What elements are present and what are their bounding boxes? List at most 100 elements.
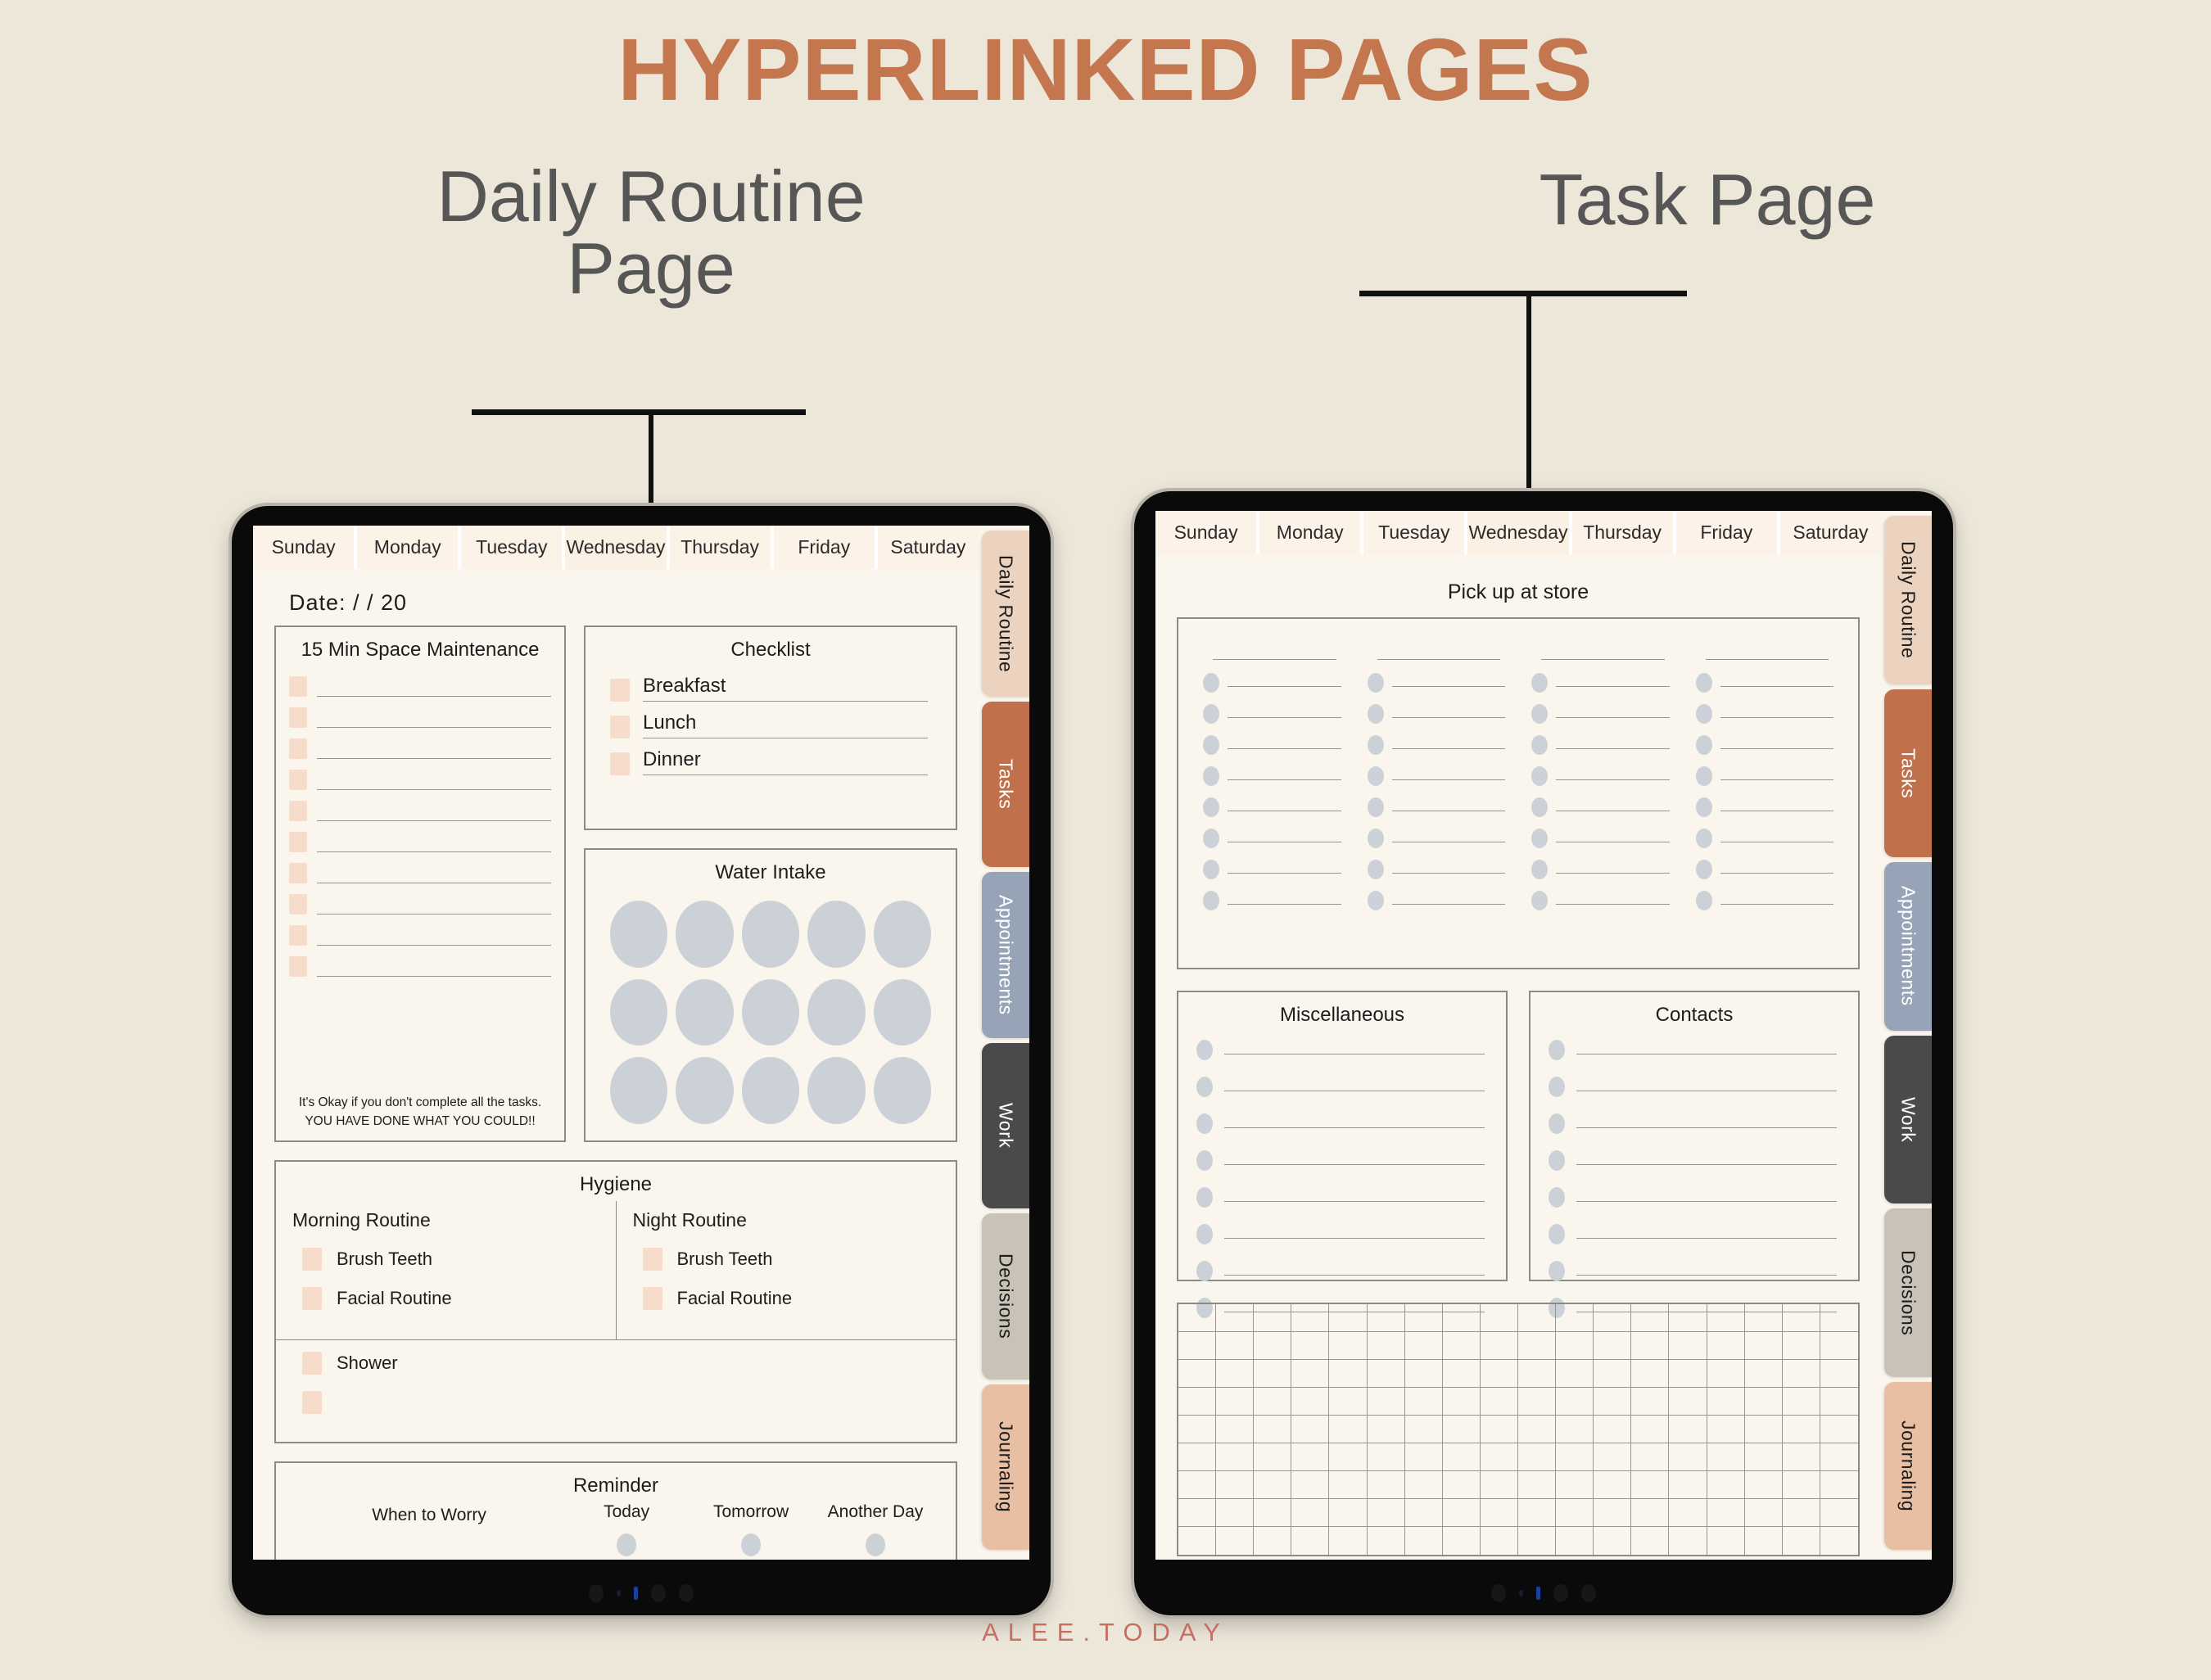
grid-cell[interactable] <box>1631 1360 1670 1388</box>
bullet-marker[interactable] <box>1531 797 1548 817</box>
maintenance-row[interactable] <box>289 956 551 977</box>
grid-cell[interactable] <box>1178 1304 1217 1332</box>
grid-cell[interactable] <box>1631 1304 1670 1332</box>
checkbox[interactable] <box>642 1286 662 1310</box>
bullet-marker[interactable] <box>1367 766 1384 786</box>
grid-cell[interactable] <box>1329 1499 1368 1527</box>
checkbox[interactable] <box>289 956 307 977</box>
task-row[interactable] <box>1367 829 1505 848</box>
task-row[interactable] <box>1203 704 1341 724</box>
day-tab-thursday[interactable]: Thursday <box>1571 511 1676 554</box>
grid-cell[interactable] <box>1404 1471 1443 1499</box>
write-line[interactable] <box>317 866 551 883</box>
grid-cell[interactable] <box>1669 1388 1707 1416</box>
grid-cell[interactable] <box>1216 1443 1255 1471</box>
bullet-marker[interactable] <box>1695 891 1712 910</box>
grid-cell[interactable] <box>1443 1527 1481 1555</box>
grid-cell[interactable] <box>1329 1304 1368 1332</box>
day-tab-wednesday[interactable]: Wednesday <box>565 526 670 569</box>
grid-cell[interactable] <box>1442 1360 1481 1388</box>
write-line[interactable] <box>1228 741 1341 749</box>
bullet-marker[interactable] <box>1203 673 1219 693</box>
checkbox[interactable] <box>289 801 307 821</box>
write-line[interactable] <box>1556 741 1670 749</box>
date-field[interactable]: Date: / / 20 <box>274 577 957 625</box>
checkbox[interactable] <box>289 770 307 790</box>
task-row[interactable] <box>1367 673 1505 693</box>
grid-cell[interactable] <box>1631 1332 1670 1360</box>
write-line[interactable] <box>1391 741 1505 749</box>
grid-cell[interactable] <box>1329 1527 1368 1555</box>
grid-cell[interactable] <box>1518 1527 1557 1555</box>
reminder-option-marker[interactable] <box>741 1533 762 1556</box>
checkbox[interactable] <box>302 1351 322 1375</box>
side-tab-decisions[interactable]: Decisions <box>982 1213 1029 1380</box>
water-drop-marker[interactable] <box>873 901 931 968</box>
task-column-header-line[interactable] <box>1705 632 1829 660</box>
reminder-write-line[interactable] <box>294 1537 564 1560</box>
bullet-marker[interactable] <box>1549 1077 1565 1097</box>
grid-cell[interactable] <box>1707 1360 1745 1388</box>
bullet-marker[interactable] <box>1531 829 1548 848</box>
write-line[interactable] <box>1228 772 1341 780</box>
grid-cell[interactable] <box>1820 1471 1858 1499</box>
grid-cell[interactable] <box>1707 1527 1745 1555</box>
write-line[interactable] <box>1391 710 1505 718</box>
grid-cell[interactable] <box>1404 1304 1443 1332</box>
write-line[interactable] <box>1391 803 1505 811</box>
grid-cell[interactable] <box>1254 1443 1292 1471</box>
miscellaneous-row[interactable] <box>1196 1224 1485 1244</box>
miscellaneous-row[interactable] <box>1196 1077 1485 1097</box>
side-tab-daily-routine[interactable]: Daily Routine <box>1884 516 1932 684</box>
grid-cell[interactable] <box>1669 1416 1707 1443</box>
grid-cell[interactable] <box>1782 1360 1820 1388</box>
task-row[interactable] <box>1203 766 1341 786</box>
contacts-rows[interactable] <box>1531 1032 1858 1318</box>
grid-cell[interactable] <box>1744 1360 1783 1388</box>
write-line[interactable] <box>1556 834 1670 842</box>
grid-cell[interactable] <box>1329 1416 1368 1443</box>
miscellaneous-row[interactable] <box>1196 1113 1485 1134</box>
write-line[interactable] <box>1720 865 1833 874</box>
checkbox[interactable] <box>610 752 630 775</box>
task-row[interactable] <box>1203 735 1341 755</box>
grid-cell[interactable] <box>1291 1443 1330 1471</box>
grid-cell[interactable] <box>1480 1416 1518 1443</box>
write-line[interactable] <box>317 804 551 821</box>
bullet-marker[interactable] <box>1695 735 1712 755</box>
grid-cell[interactable] <box>1782 1332 1820 1360</box>
water-drop-marker[interactable] <box>807 978 866 1046</box>
reminder-grid[interactable]: When to Worry Today Tomorrow Another Day <box>276 1502 956 1560</box>
day-tab-thursday[interactable]: Thursday <box>669 526 774 569</box>
grid-cell[interactable] <box>1783 1527 1820 1555</box>
bullet-marker[interactable] <box>1367 704 1384 724</box>
maintenance-row[interactable] <box>289 676 551 697</box>
grid-cell[interactable] <box>1744 1443 1783 1471</box>
grid-cell[interactable] <box>1329 1360 1368 1388</box>
maintenance-row[interactable] <box>289 707 551 728</box>
grid-cell[interactable] <box>1329 1388 1368 1416</box>
checkbox[interactable] <box>302 1390 322 1414</box>
day-tab-friday[interactable]: Friday <box>1675 511 1780 554</box>
grid-cell[interactable] <box>1744 1304 1783 1332</box>
grid-cell[interactable] <box>1367 1443 1405 1471</box>
task-row[interactable] <box>1531 860 1670 879</box>
checkbox[interactable] <box>289 707 307 728</box>
write-line[interactable] <box>1576 1193 1837 1202</box>
write-line[interactable] <box>1224 1082 1485 1091</box>
bullet-marker[interactable] <box>1549 1224 1565 1244</box>
grid-cell[interactable] <box>1480 1388 1518 1416</box>
grid-cell[interactable] <box>1291 1360 1330 1388</box>
grid-cell[interactable] <box>1631 1499 1670 1527</box>
write-line[interactable] <box>1224 1267 1485 1276</box>
contacts-row[interactable] <box>1549 1187 1837 1208</box>
write-line[interactable] <box>1228 679 1341 687</box>
task-column-header-line[interactable] <box>1377 632 1500 660</box>
grid-cell[interactable] <box>1291 1499 1330 1527</box>
write-line[interactable] <box>317 960 551 977</box>
grid-cell[interactable] <box>1745 1527 1783 1555</box>
grid-cell[interactable] <box>1517 1471 1557 1499</box>
maintenance-row[interactable] <box>289 738 551 759</box>
write-line[interactable] <box>1576 1082 1837 1091</box>
task-row[interactable] <box>1695 766 1833 786</box>
